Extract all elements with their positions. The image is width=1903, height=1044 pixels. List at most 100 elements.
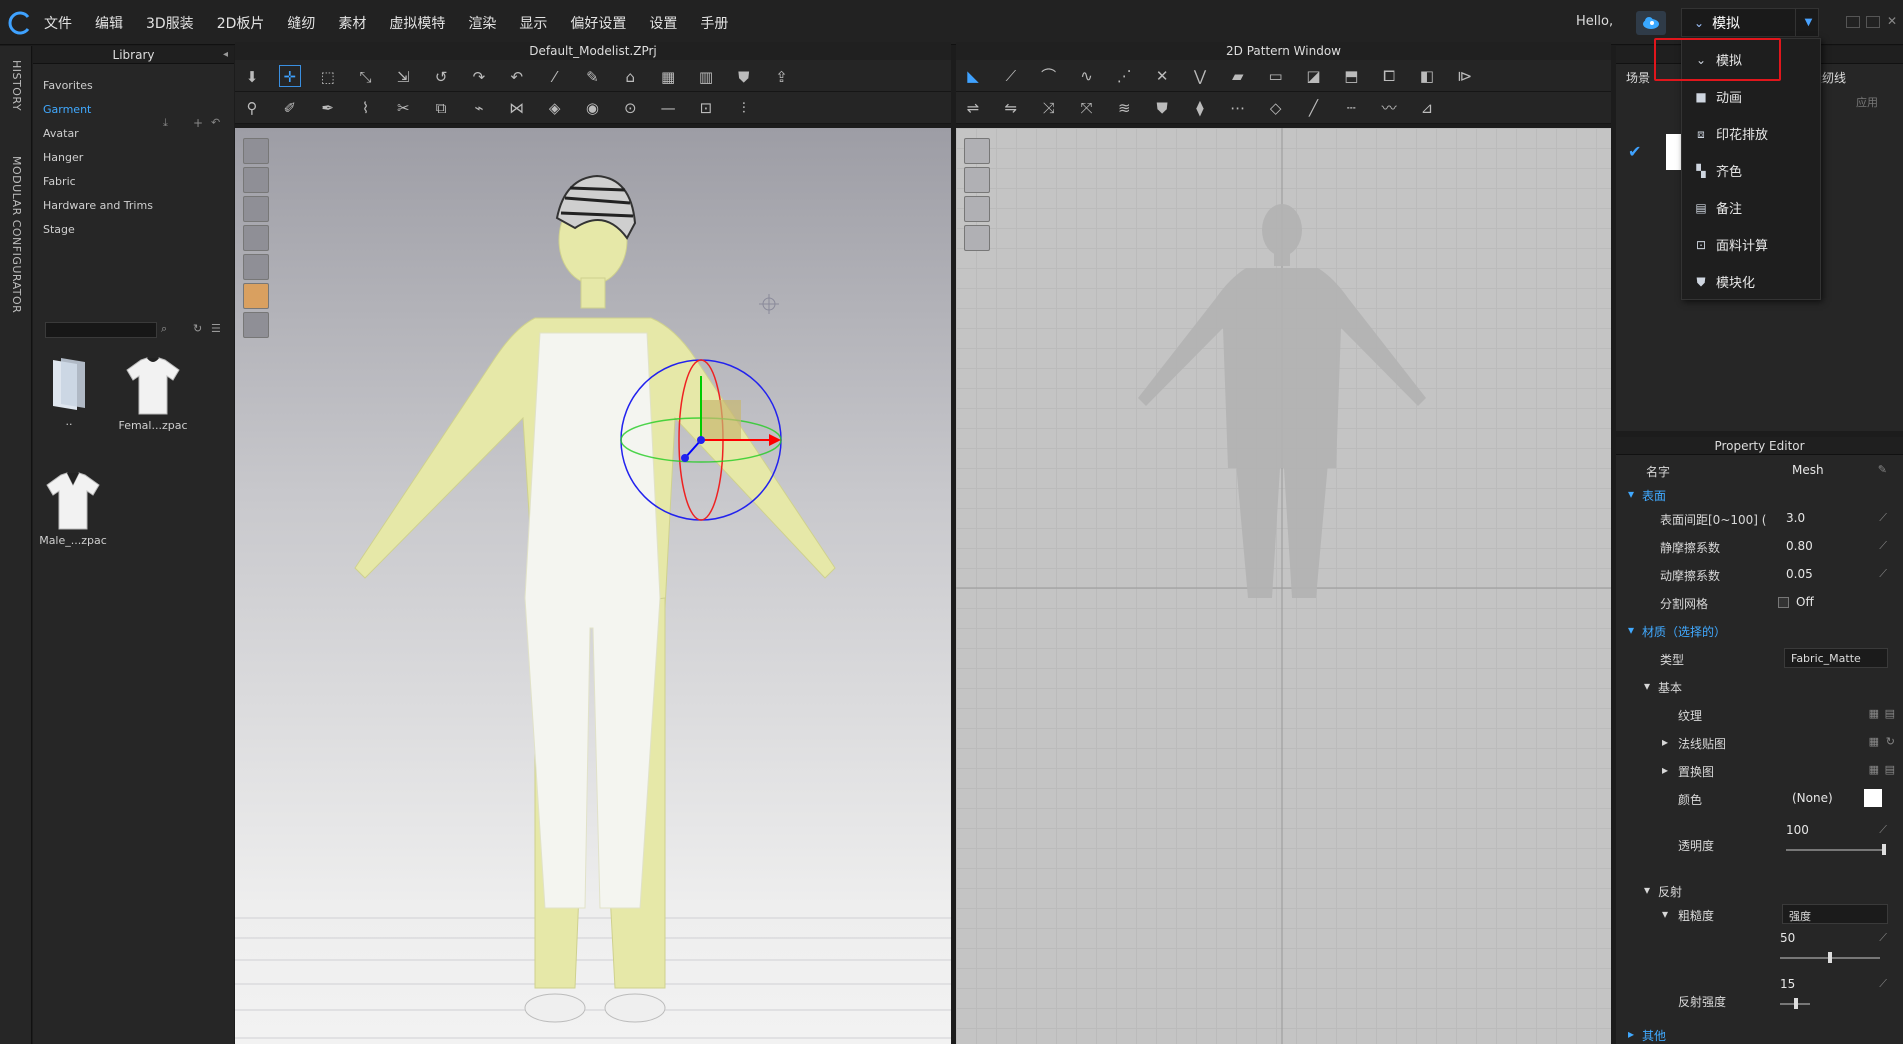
trace-icon[interactable]: ⬒ [1340,65,1362,87]
prop-value[interactable]: 0.05 [1786,567,1813,581]
avatar-measure-icon[interactable]: ⌂ [619,66,641,88]
menu-materials[interactable]: 素材 [338,13,366,33]
topstitch-icon[interactable]: ⋯ [1227,97,1249,119]
section-other[interactable]: ▸ 其他 [1616,1023,1903,1044]
segment-sew-icon[interactable]: ⇌ [962,97,984,119]
split-mesh-checkbox[interactable] [1778,597,1789,608]
stitch-icon[interactable]: ⋈ [506,97,528,119]
edit-curve-icon[interactable]: ∿ [1075,65,1097,87]
fabric-swatch[interactable] [1666,134,1682,170]
pin-icon[interactable]: ⟋ [1879,539,1887,553]
file-item-male[interactable]: Male_...zpac [33,471,113,547]
tshirt-2d-icon[interactable]: ⛊ [1151,97,1173,119]
lock-icon[interactable]: ⊡ [695,97,717,119]
menu-edit[interactable]: 编辑 [95,13,123,33]
prop-value[interactable]: 0.80 [1786,539,1813,553]
flip-icon[interactable]: ⧐ [1454,65,1476,87]
prop-value[interactable]: 100 [1786,823,1809,837]
minimize-icon[interactable] [1846,16,1860,28]
reflect-intensity-slider[interactable] [1780,998,1810,1009]
tree-item-favorites[interactable]: Favorites [43,74,234,98]
simulate-down-icon[interactable]: ⬇ [241,66,263,88]
menu-display[interactable]: 显示 [519,13,547,33]
dash-line-icon[interactable]: ┄ [1340,97,1362,119]
puckering-icon[interactable]: ◇ [1265,97,1287,119]
grade-icon[interactable]: ⧠ [1378,65,1400,87]
opacity-slider[interactable] [1786,844,1886,855]
slice-icon[interactable]: ✕ [1151,65,1173,87]
prop-value[interactable]: Mesh [1792,463,1824,477]
section-surface[interactable]: ▾ 表面 [1616,483,1903,505]
tree-item-hanger[interactable]: Hanger [43,146,234,170]
menu-item-colorway[interactable]: ▚ 齐色 [1682,152,1820,189]
grid-icon[interactable]: ▦ [1869,707,1879,720]
multi-sew-icon[interactable]: ⤨ [1038,97,1060,119]
collapse-icon[interactable]: ◂ [223,49,228,60]
triangle-right-icon[interactable]: ▸ [1662,735,1668,749]
tree-item-avatar[interactable]: Avatar [43,122,234,146]
roughness-slider[interactable] [1780,952,1880,963]
pattern-icon[interactable]: ◈ [544,97,566,119]
3d-viewport[interactable] [235,128,951,1044]
library-search-input[interactable] [45,322,157,338]
steam-icon[interactable]: ≋ [1113,97,1135,119]
fold-icon[interactable]: ↷ [468,66,490,88]
menu-manual[interactable]: 手册 [700,13,728,33]
symmetry-icon[interactable]: ◧ [1416,65,1438,87]
sew-icon[interactable]: ⌁ [468,97,490,119]
pin-icon[interactable]: ⟋ [1879,511,1887,525]
free-sew-icon[interactable]: ⇋ [1000,97,1022,119]
internal-shape-icon[interactable]: ◪ [1302,65,1324,87]
section-material[interactable]: ▾ 材质（选择的） [1616,619,1903,641]
pin-icon[interactable]: ⟋ [1879,567,1887,581]
tree-item-fabric[interactable]: Fabric [43,170,234,194]
menu-sewing[interactable]: 缝纫 [287,13,315,33]
prop-value[interactable]: 50 [1780,931,1795,945]
cut-icon[interactable]: ✂ [392,97,414,119]
menu-file[interactable]: 文件 [44,13,72,33]
fabric-icon[interactable]: ▥ [695,66,717,88]
2d-viewport[interactable] [956,128,1611,1044]
slider-knob[interactable] [1794,998,1798,1009]
app-logo-icon[interactable] [8,11,32,35]
pin-icon[interactable]: ⟋ [1879,931,1887,945]
section-basic[interactable]: ▾ 基本 [1616,675,1903,697]
measure-icon[interactable]: ⊿ [1416,97,1438,119]
apply-button[interactable]: 应用 [1856,94,1878,110]
menu-item-fabric-calc[interactable]: ⊡ 面料计算 [1682,226,1820,263]
checkmark-icon[interactable]: ✔ [1628,142,1641,161]
brush-icon[interactable]: ✐ [279,97,301,119]
file-item-female[interactable]: Femal...zpac [113,356,193,432]
close-icon[interactable]: ✕ [1887,14,1897,28]
delete-icon[interactable]: ▤ [1885,707,1895,720]
menu-item-note[interactable]: ▤ 备注 [1682,189,1820,226]
section-reflection[interactable]: ▾ 反射 [1616,879,1903,901]
unfold-icon[interactable]: ↶ [506,66,528,88]
select-pattern-icon[interactable]: ◣ [962,65,984,87]
tack-icon[interactable]: ✎ [581,66,603,88]
prop-value[interactable]: 3.0 [1786,511,1805,525]
menu-preferences[interactable]: 偏好设置 [570,13,626,33]
layer-icon[interactable]: ⧉ [430,97,452,119]
transform-icon[interactable]: ⤡ [354,66,376,88]
download-icon[interactable]: ⤓ [163,116,168,130]
button-icon[interactable]: ◉ [581,97,603,119]
texture-edit-icon[interactable]: ⧫ [1189,97,1211,119]
menu-item-modular[interactable]: ⛊ 模块化 [1682,263,1820,300]
slider-knob[interactable] [1828,952,1832,963]
menu-2d-pattern[interactable]: 2D板片 [217,13,265,33]
add-point-icon[interactable]: ⋰ [1113,65,1135,87]
tab-scene[interactable]: 场景 [1626,69,1650,86]
rectangle-icon[interactable]: ▭ [1265,65,1287,87]
refresh-icon[interactable]: ↻ [193,322,202,335]
garment-fit-icon[interactable]: ▦ [657,66,679,88]
check-sew-icon[interactable]: ⤧ [1075,97,1097,119]
color-swatch[interactable] [1864,789,1882,807]
back-icon[interactable]: ↶ [211,116,220,129]
pin-icon[interactable]: ⟋ [1879,823,1887,837]
search-icon[interactable]: ⌕ [161,322,167,336]
line-icon[interactable]: — [657,97,679,119]
move-gizmo-icon[interactable]: ✛ [278,65,301,87]
history-tab[interactable]: HISTORY [10,60,23,111]
fold-arrange-icon[interactable]: ↺ [430,66,452,88]
